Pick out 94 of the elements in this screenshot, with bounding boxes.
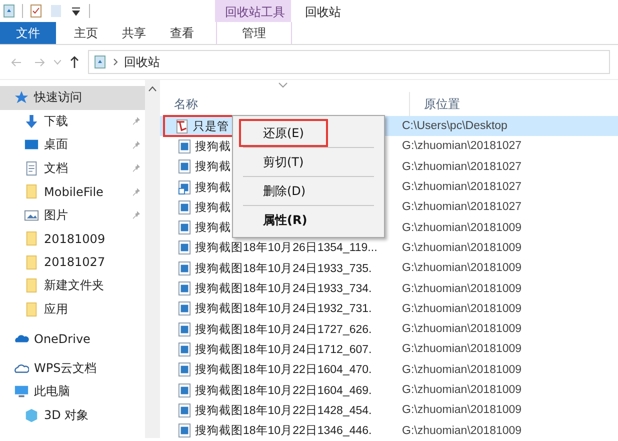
sidebar-item[interactable]: MobileFile: [0, 180, 145, 204]
file-name[interactable]: 搜狗截图18年10月22日1604_469.: [195, 382, 372, 398]
image-file-icon: [178, 362, 191, 378]
file-name[interactable]: 搜狗截: [195, 220, 231, 236]
ribbon-tab[interactable]: 主页: [62, 22, 110, 44]
up-icon[interactable]: [70, 56, 79, 68]
image-file-icon: [178, 159, 191, 174]
image-file-icon: [178, 200, 191, 215]
location-cell-text: G:\zhuomian\20181009: [401, 362, 523, 378]
file-name[interactable]: 搜狗截图18年10月22日1428_454.: [195, 402, 372, 418]
location-cell-text: G:\zhuomian\20181009: [401, 240, 523, 256]
menu-item[interactable]: 还原(E): [241, 121, 326, 145]
image-file-icon: [178, 260, 191, 276]
location-cell-text: G:\zhuomian\20181027: [401, 160, 523, 175]
sidebar-item[interactable]: 此电脑: [0, 380, 145, 404]
sidebar-item[interactable]: WPS云文档: [0, 356, 145, 380]
image-file-icon: [178, 240, 191, 256]
sidebar-item[interactable]: 3D 对象: [0, 404, 145, 427]
image-file-icon: [178, 322, 191, 337]
window-title: 回收站: [304, 4, 342, 21]
image-file-icon: [178, 281, 191, 296]
file-name[interactable]: 搜狗截: [195, 159, 231, 174]
location-cell-text: G:\zhuomian\20181009: [401, 261, 523, 276]
menu-item[interactable]: 删除(D): [241, 179, 328, 203]
location-cell-text: G:\zhuomian\20181009: [401, 302, 523, 317]
scrollbar[interactable]: [145, 80, 160, 438]
folder-icon: [24, 254, 39, 270]
computer-icon: [14, 384, 29, 400]
sidebar-item[interactable]: 应用: [0, 298, 145, 321]
location-cell-text: G:\zhuomian\20181027: [401, 139, 523, 154]
image-file-icon: [178, 402, 191, 418]
address-field[interactable]: 回收站: [88, 50, 610, 74]
ribbon-tab[interactable]: 查看: [158, 22, 206, 44]
sidebar-item[interactable]: 下载: [0, 110, 145, 133]
folder-icon: [24, 302, 39, 317]
download-icon: [24, 114, 39, 129]
image-file-icon: [178, 138, 191, 154]
cube-icon: [24, 408, 39, 423]
sidebar-item[interactable]: 图片: [0, 204, 145, 227]
breadcrumb[interactable]: 回收站: [124, 54, 160, 70]
chevron-icon: [113, 58, 118, 66]
sort-caret-icon: [278, 82, 288, 88]
location-cell-text: G:\zhuomian\20181009: [401, 383, 523, 398]
sidebar-item[interactable]: 20181027: [0, 250, 145, 274]
image-file-icon: [178, 220, 191, 236]
location-cell-text: G:\zhuomian\20181027: [401, 180, 523, 196]
file-name[interactable]: 搜狗截图18年10月22日1346_446.: [195, 423, 372, 438]
image-file-icon: [178, 382, 191, 398]
location-cell-text: G:\zhuomian\20181009: [401, 322, 523, 338]
file-name[interactable]: 搜狗截: [195, 200, 231, 215]
file-name[interactable]: 搜狗截图18年10月24日1932_731.: [195, 301, 372, 316]
folder-icon: [24, 231, 39, 246]
file-name[interactable]: 搜狗截图18年10月24日1727_626.: [195, 322, 372, 337]
location-cell-text: G:\zhuomian\20181027: [401, 200, 523, 216]
menu-item[interactable]: 属性(R): [241, 208, 330, 232]
location-cell-text: G:\zhuomian\20181009: [401, 403, 523, 418]
pdf-file-icon: [176, 118, 189, 134]
sidebar-item[interactable]: 快速访问: [0, 86, 145, 110]
sidebar-item[interactable]: 文档: [0, 156, 145, 180]
column-header[interactable]: 原位置: [410, 92, 460, 116]
file-name[interactable]: 搜狗截: [195, 138, 231, 154]
context-tab-header: 回收站工具: [215, 0, 291, 22]
ribbon-tab[interactable]: 共享: [110, 22, 158, 44]
sidebar-item[interactable]: 20181009: [0, 227, 145, 250]
location-cell-text: G:\zhuomian\20181009: [401, 220, 523, 236]
star-icon: [14, 90, 29, 106]
sidebar-item[interactable]: OneDrive: [0, 327, 145, 350]
folder-icon: [24, 278, 39, 294]
image-file-icon: [178, 423, 191, 438]
sidebar-item[interactable]: 新建文件夹: [0, 274, 145, 298]
file-name[interactable]: 搜狗截: [195, 180, 231, 195]
location-cell-text: G:\zhuomian\20181009: [401, 342, 523, 358]
file-tab[interactable]: 文件: [0, 22, 56, 44]
location-cell-text: G:\zhuomian\20181009: [401, 424, 523, 439]
pictures-icon: [24, 208, 39, 223]
recycle-bin-icon: [93, 55, 107, 69]
folder-icon: [24, 184, 39, 200]
menu-item[interactable]: 剪切(T): [241, 150, 326, 174]
file-name[interactable]: 只是管: [193, 118, 229, 134]
image-file-icon: [178, 342, 191, 357]
recycle-bin-icon[interactable]: [2, 4, 16, 18]
file-name[interactable]: 搜狗截图18年10月24日1933_735.: [195, 260, 372, 276]
image-file-icon: [178, 301, 191, 316]
location-cell-text: G:\zhuomian\20181009: [401, 282, 523, 297]
location-cell: C:\Users\pc\Desktop: [396, 116, 618, 136]
scroll-up-icon[interactable]: [148, 86, 157, 92]
properties-icon[interactable]: [29, 4, 43, 18]
document-icon: [24, 160, 39, 176]
shortcut-file-icon: [178, 180, 191, 195]
file-name[interactable]: 搜狗截图18年10月24日1933_734.: [195, 281, 372, 296]
file-name[interactable]: 搜狗截图18年10月26日1354_119...: [195, 240, 378, 256]
sidebar-item[interactable]: 桌面: [0, 133, 145, 156]
file-name[interactable]: 搜狗截图18年10月24日1712_607.: [195, 342, 372, 357]
file-name[interactable]: 搜狗截图18年10月22日1604_470.: [195, 362, 372, 378]
